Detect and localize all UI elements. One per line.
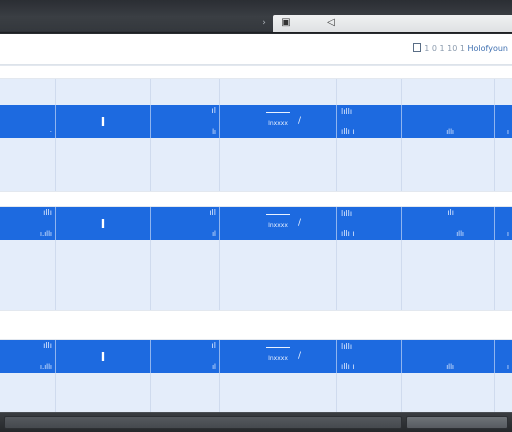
page-icon xyxy=(413,43,422,52)
table-row[interactable]: ıllı ı.ıllı I ıll ıl Inxxxx / lıllı ıllı… xyxy=(0,207,512,240)
table-cell[interactable]: I xyxy=(56,207,151,240)
table-cell[interactable]: lıllı ıllı ı xyxy=(337,105,402,138)
slash-icon: / xyxy=(298,116,302,126)
horizontal-scrollbar-track[interactable] xyxy=(4,416,402,429)
divider xyxy=(266,347,290,348)
table-cell[interactable]: lıllı ıllı ı xyxy=(337,340,402,373)
table-row[interactable]: · I ıl lı Inxxxx / lıllı ıllı ı ıllı ı xyxy=(0,105,512,138)
header-label[interactable]: Holofyoun xyxy=(468,44,508,53)
table-cell[interactable]: ıllı xyxy=(402,105,495,138)
slash-icon: / xyxy=(298,351,302,361)
flag-icon[interactable]: ◁ xyxy=(324,16,338,30)
spacer xyxy=(0,191,512,207)
table-cell[interactable]: lıllı ıllı ı xyxy=(337,207,402,240)
table-cell[interactable]: ılı ıllı xyxy=(402,207,495,240)
section-3: ıllı ı.ıllı I ıl ıl Inxxxx / lıllı ıllı … xyxy=(0,340,512,412)
header-prefix: 1 0 1 10 1 xyxy=(424,44,465,53)
section-1: · I ıl lı Inxxxx / lıllı ıllı ı ıllı ı xyxy=(0,79,512,191)
table-cell[interactable]: ıllı ı.ıllı xyxy=(0,207,56,240)
slash-icon: / xyxy=(298,218,302,228)
table-cell[interactable]: ı xyxy=(495,340,512,373)
table-cell[interactable]: Inxxxx / xyxy=(220,105,337,138)
table-cell[interactable]: Inxxxx / xyxy=(220,340,337,373)
table-cell[interactable]: ı xyxy=(495,105,512,138)
status-bar xyxy=(0,412,512,432)
document-icon[interactable]: ▣ xyxy=(279,16,293,30)
scrollbar-thumb[interactable] xyxy=(406,416,508,429)
title-bar: › ▣ ◁ xyxy=(0,0,512,33)
table-cell[interactable]: ıllı ı.ıllı xyxy=(0,340,56,373)
spacer xyxy=(0,310,512,340)
table-row[interactable]: ıllı ı.ıllı I ıl ıl Inxxxx / lıllı ıllı … xyxy=(0,340,512,373)
table-cell[interactable]: ıll ıl xyxy=(151,207,220,240)
toolbar: ▣ ◁ xyxy=(273,15,512,32)
table-cell[interactable]: ıl ıl xyxy=(151,340,220,373)
table-cell[interactable]: ı xyxy=(495,207,512,240)
spacer-top xyxy=(0,65,512,79)
table-cell[interactable]: · xyxy=(0,105,56,138)
table-cell[interactable]: ıllı xyxy=(402,340,495,373)
section-2: ıllı ı.ıllı I ıll ıl Inxxxx / lıllı ıllı… xyxy=(0,207,512,310)
table-cell[interactable]: I xyxy=(56,105,151,138)
tab-strip[interactable] xyxy=(0,16,272,31)
divider xyxy=(266,214,290,215)
divider xyxy=(266,112,290,113)
content-area: · I ıl lı Inxxxx / lıllı ıllı ı ıllı ı ı… xyxy=(0,65,512,412)
table-cell[interactable]: ıl lı xyxy=(151,105,220,138)
table-cell[interactable]: Inxxxx / xyxy=(220,207,337,240)
table-cell[interactable]: I xyxy=(56,340,151,373)
header-title: 1 0 1 10 1 Holofyoun xyxy=(413,41,508,57)
chevron-right-icon[interactable]: › xyxy=(258,16,270,30)
header-bar: 1 0 1 10 1 Holofyoun xyxy=(0,34,512,65)
